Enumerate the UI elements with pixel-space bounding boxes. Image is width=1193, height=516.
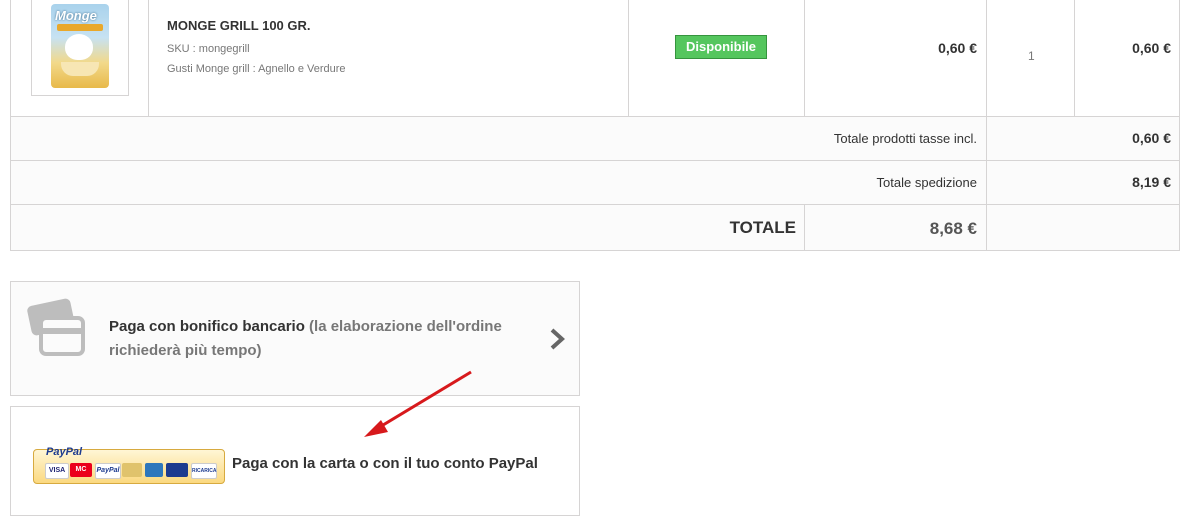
red-arrow-annotation — [364, 370, 472, 437]
